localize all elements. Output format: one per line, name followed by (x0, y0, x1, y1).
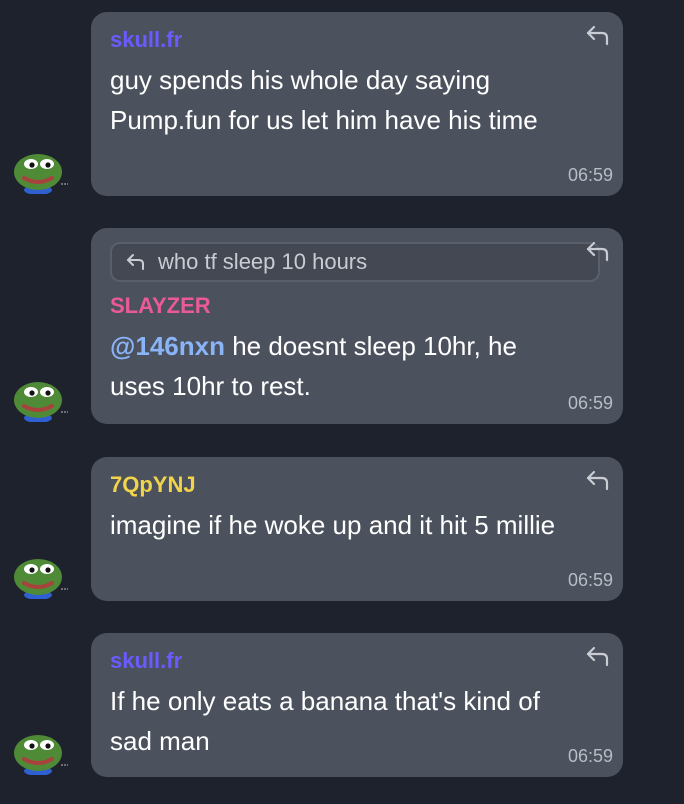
quoted-reply[interactable]: who tf sleep 10 hours (110, 242, 600, 282)
quoted-text: who tf sleep 10 hours (158, 249, 368, 274)
message-bubble: skull.fr guy spends his whole day saying… (91, 12, 623, 196)
frog-avatar[interactable] (12, 729, 68, 775)
reply-icon[interactable] (585, 240, 611, 262)
message-time: 06:59 (567, 570, 613, 590)
reply-icon[interactable] (585, 645, 611, 667)
reply-icon[interactable] (585, 469, 611, 491)
message-text: imagine if he woke up and it hit 5 milli… (110, 510, 556, 540)
message: 7QpYNJ imagine if he woke up and it hit … (0, 457, 684, 601)
message-text: guy spends his whole day saying Pump.fun… (110, 65, 538, 135)
message: who tf sleep 10 hours SLAYZER @146nxn he… (0, 228, 684, 424)
sender-name[interactable]: skull.fr (110, 26, 603, 54)
message-time: 06:59 (567, 393, 613, 413)
message-time: 06:59 (567, 165, 613, 185)
message-time: 06:59 (567, 746, 613, 766)
message-text: If he only eats a banana that's kind of … (110, 686, 540, 756)
message-bubble: who tf sleep 10 hours SLAYZER @146nxn he… (91, 228, 623, 424)
frog-avatar[interactable] (12, 148, 68, 194)
message: skull.fr guy spends his whole day saying… (0, 12, 684, 196)
sender-name[interactable]: skull.fr (110, 647, 603, 675)
sender-name[interactable]: SLAYZER (110, 292, 603, 320)
reply-arrow-icon (127, 254, 144, 270)
message-text: @146nxn he doesnt sleep 10hr, he uses 10… (110, 326, 560, 406)
sender-name[interactable]: 7QpYNJ (110, 471, 603, 499)
message-bubble: skull.fr If he only eats a banana that's… (91, 633, 623, 777)
frog-avatar[interactable] (12, 553, 68, 599)
user-mention[interactable]: @146nxn (110, 331, 225, 361)
reply-icon[interactable] (585, 24, 611, 46)
chat-thread: skull.fr guy spends his whole day saying… (0, 0, 684, 804)
message-bubble: 7QpYNJ imagine if he woke up and it hit … (91, 457, 623, 601)
frog-avatar[interactable] (12, 376, 68, 422)
message: skull.fr If he only eats a banana that's… (0, 633, 684, 777)
